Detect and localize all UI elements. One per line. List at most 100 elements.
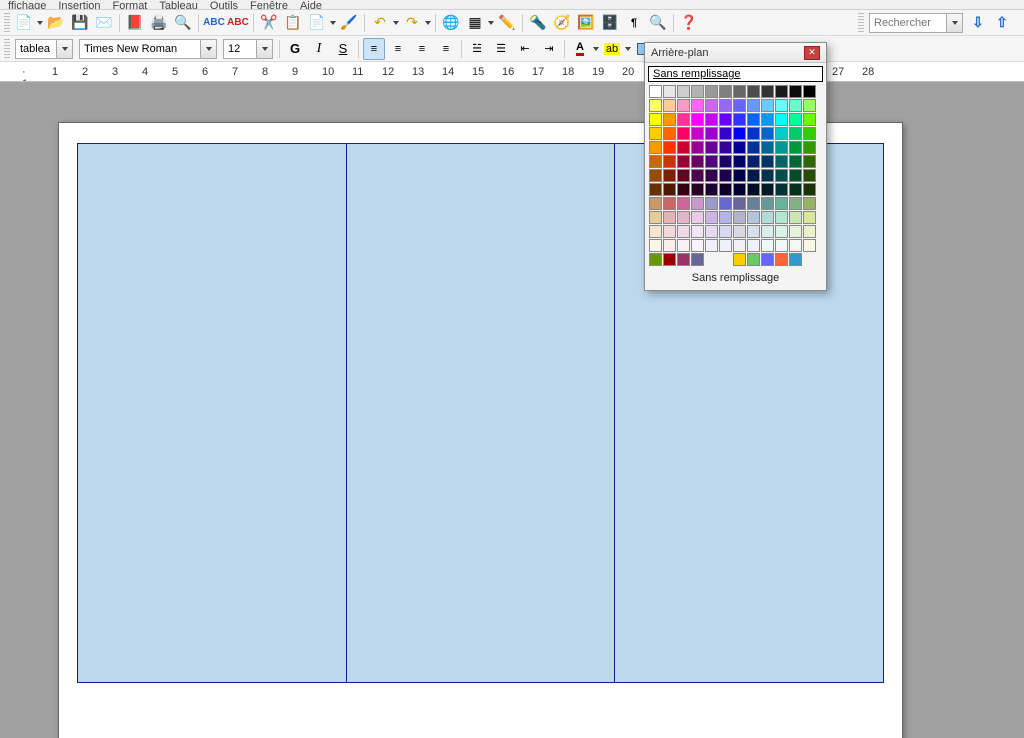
print-button[interactable]: 🖨️ [148,12,170,34]
new-doc-button[interactable]: 📄 [13,12,35,34]
color-swatch[interactable] [663,85,676,98]
color-swatch[interactable] [747,225,760,238]
table-dropdown[interactable] [487,12,495,34]
color-swatch[interactable] [663,225,676,238]
color-swatch[interactable] [705,197,718,210]
color-swatch[interactable] [789,155,802,168]
color-swatch[interactable] [719,85,732,98]
size-dropdown[interactable] [256,40,272,58]
color-swatch[interactable] [761,99,774,112]
table-cell[interactable] [346,144,615,683]
color-swatch[interactable] [747,127,760,140]
bullet-list-button[interactable]: ☰ [490,38,512,60]
italic-button[interactable]: I [308,38,330,60]
color-swatch[interactable] [789,127,802,140]
undo-button[interactable]: ↶ [369,12,391,34]
color-swatch[interactable] [733,99,746,112]
draw-button[interactable]: ✏️ [496,12,518,34]
color-swatch[interactable] [691,113,704,126]
color-swatch[interactable] [789,197,802,210]
color-swatch[interactable] [775,253,788,266]
color-swatch[interactable] [649,211,662,224]
color-swatch[interactable] [663,211,676,224]
color-swatch[interactable] [747,155,760,168]
color-swatch[interactable] [775,183,788,196]
color-swatch[interactable] [775,239,788,252]
color-swatch[interactable] [691,183,704,196]
search-input[interactable] [874,17,940,29]
help-button[interactable]: ❓ [678,12,700,34]
zoom-button[interactable]: 🔍 [647,12,669,34]
redo-button[interactable]: ↷ [401,12,423,34]
email-button[interactable]: ✉️ [93,12,115,34]
color-swatch[interactable] [733,239,746,252]
paste-dropdown[interactable] [329,12,337,34]
color-swatch[interactable] [803,239,816,252]
color-swatch[interactable] [649,141,662,154]
color-swatch[interactable] [789,253,802,266]
color-swatch[interactable] [775,155,788,168]
color-swatch[interactable] [747,197,760,210]
color-swatch[interactable] [677,113,690,126]
color-swatch[interactable] [733,113,746,126]
color-swatch[interactable] [649,197,662,210]
color-swatch[interactable] [649,113,662,126]
color-swatch[interactable] [691,253,704,266]
color-swatch[interactable] [719,211,732,224]
color-swatch[interactable] [663,141,676,154]
color-swatch[interactable] [789,141,802,154]
color-swatch[interactable] [719,99,732,112]
color-swatch[interactable] [733,85,746,98]
color-swatch[interactable] [705,113,718,126]
color-swatch[interactable] [691,169,704,182]
table-cell[interactable] [78,144,347,683]
color-swatch[interactable] [705,169,718,182]
grip[interactable] [4,39,10,59]
color-swatch[interactable] [747,113,760,126]
color-swatch[interactable] [747,85,760,98]
close-icon[interactable]: ✕ [804,46,820,60]
color-swatch[interactable] [761,211,774,224]
color-swatch[interactable] [691,127,704,140]
color-swatch[interactable] [663,239,676,252]
color-swatch[interactable] [719,183,732,196]
color-swatch[interactable] [663,155,676,168]
highlight-dropdown[interactable] [624,38,632,60]
format-paint-button[interactable]: 🖌️ [338,12,360,34]
underline-button[interactable]: S [332,38,354,60]
export-pdf-button[interactable]: 📕 [124,12,146,34]
color-swatch[interactable] [677,225,690,238]
color-swatch[interactable] [789,99,802,112]
color-swatch[interactable] [803,141,816,154]
color-swatch[interactable] [649,253,662,266]
color-swatch[interactable] [789,211,802,224]
popup-title-bar[interactable]: Arrière-plan ✕ [645,43,826,63]
color-swatch[interactable] [761,141,774,154]
color-swatch[interactable] [775,127,788,140]
size-input[interactable] [228,43,250,55]
find-button[interactable]: 🔦 [527,12,549,34]
color-swatch[interactable] [719,169,732,182]
redo-dropdown[interactable] [424,12,432,34]
color-swatch[interactable] [719,197,732,210]
color-swatch[interactable] [719,225,732,238]
size-combo[interactable] [223,39,273,59]
color-swatch[interactable] [775,113,788,126]
color-swatch[interactable] [649,169,662,182]
color-swatch[interactable] [691,141,704,154]
menu-item[interactable]: Format [113,0,148,10]
color-swatch[interactable] [733,253,746,266]
color-swatch[interactable] [677,253,690,266]
color-swatch[interactable] [719,113,732,126]
menu-item[interactable]: Fenêtre [250,0,288,10]
color-swatch[interactable] [733,169,746,182]
color-swatch[interactable] [719,141,732,154]
color-swatch[interactable] [803,183,816,196]
color-swatch[interactable] [761,239,774,252]
color-swatch[interactable] [761,253,774,266]
color-swatch[interactable] [789,169,802,182]
style-input[interactable] [20,43,50,55]
color-swatch[interactable] [677,99,690,112]
cut-button[interactable]: ✂️ [258,12,280,34]
color-swatch[interactable] [775,85,788,98]
